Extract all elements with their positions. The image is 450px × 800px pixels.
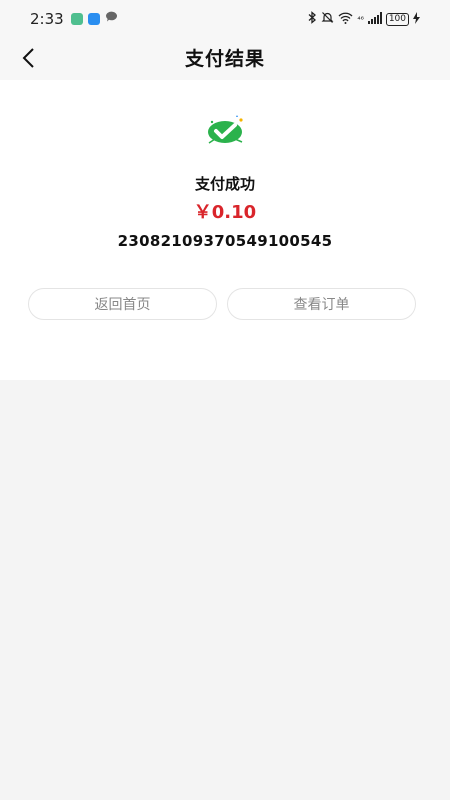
- battery-indicator: 100: [385, 12, 409, 26]
- check-badge-icon: [208, 115, 243, 144]
- mute-bell-icon: [321, 11, 334, 27]
- signal-icon: [367, 11, 382, 27]
- back-to-home-button[interactable]: 返回首页: [28, 288, 217, 320]
- page-title: 支付结果: [184, 48, 265, 70]
- payment-status: 支付成功: [194, 175, 255, 193]
- bluetooth-icon: [308, 11, 317, 27]
- app-icon: [70, 13, 83, 25]
- message-icon: [105, 11, 118, 27]
- result-card: 支付成功 ￥0.10 2308210937054910054​5 返回首页 查看…: [0, 80, 450, 380]
- network-type: ⁴⁶: [357, 14, 364, 24]
- order-number: 2308210937054910054​5: [117, 232, 333, 250]
- payment-amount: ￥0.10: [193, 202, 257, 223]
- status-right: ⁴⁶ 100: [308, 11, 420, 27]
- nav-bar: 支付结果: [0, 38, 450, 80]
- cloud-icon: [87, 13, 100, 25]
- status-time: 2:33: [30, 10, 64, 28]
- wifi-icon: [338, 12, 353, 27]
- status-bar: 2:33 ⁴⁶ 100: [0, 0, 450, 38]
- view-order-button[interactable]: 查看订单: [227, 288, 416, 320]
- charging-icon: [413, 11, 420, 27]
- status-left: 2:33: [30, 10, 118, 28]
